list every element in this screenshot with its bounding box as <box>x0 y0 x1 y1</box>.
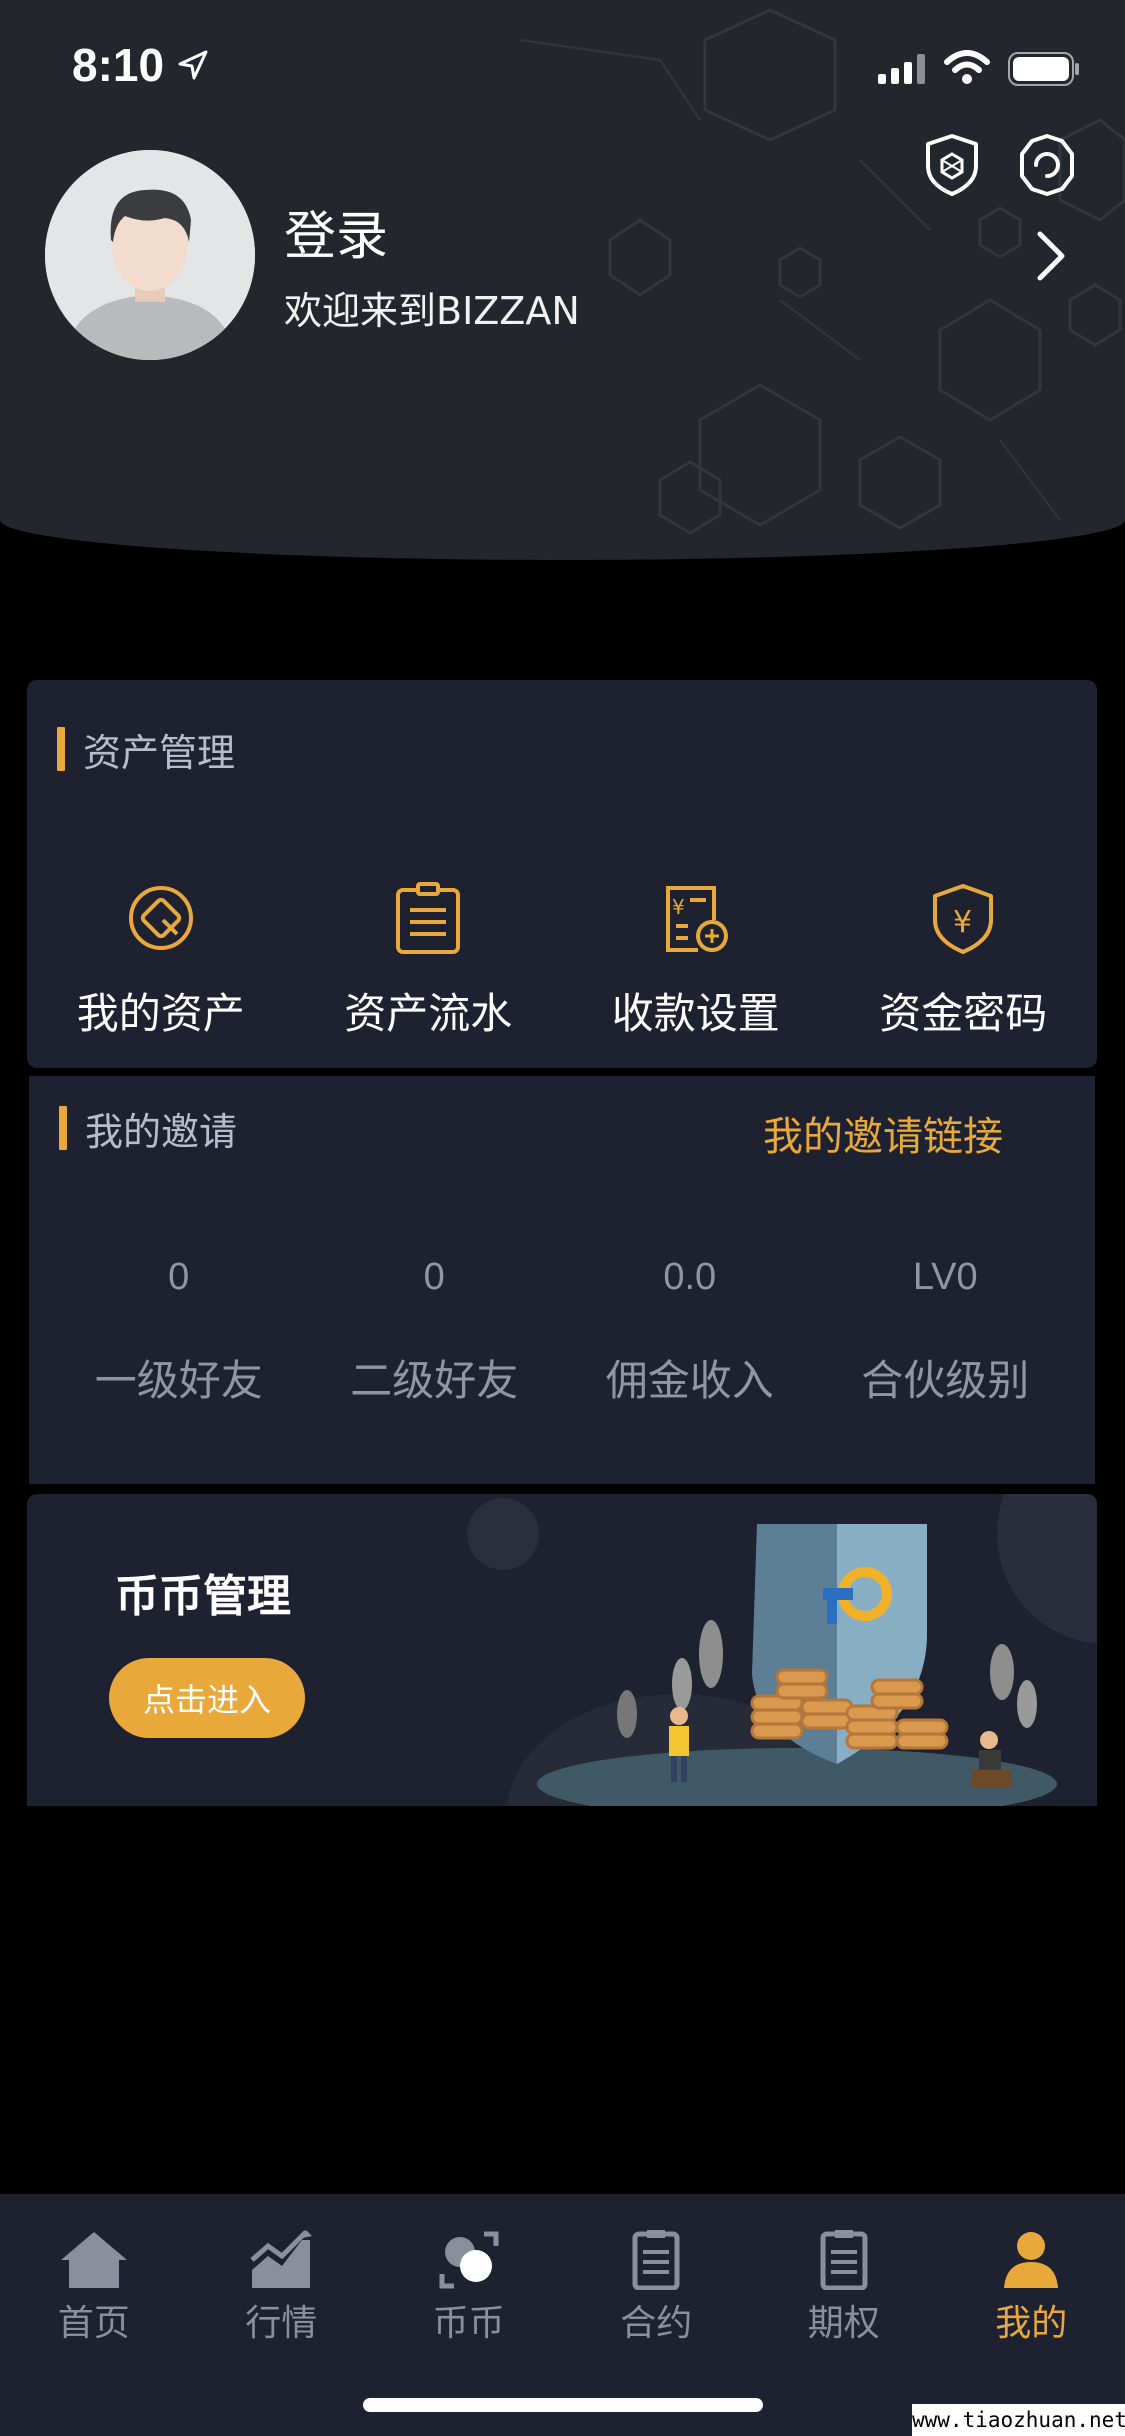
section-title: 我的邀请 <box>85 1109 238 1154</box>
tab-contract[interactable]: 合约 <box>563 2230 751 2346</box>
fund-password-button[interactable]: ¥ 资金密码 <box>830 880 1098 1041</box>
tab-coin-trading[interactable]: 币币 <box>375 2230 563 2346</box>
home-icon <box>60 2232 127 2288</box>
asset-item-label: 资产流水 <box>344 989 513 1038</box>
section-accent-bar <box>59 1106 67 1150</box>
status-time: 8:10 <box>72 39 165 91</box>
stat-label: 二级好友 <box>350 1356 519 1405</box>
asset-actions-grid: 我的资产 资产流水 ¥ 收款设置 ¥ 资金密码 <box>27 880 1097 1041</box>
tab-options[interactable]: 期权 <box>750 2230 938 2346</box>
stat-commission-income: 0.0 佣金收入 <box>562 1256 818 1408</box>
default-user-avatar-icon <box>45 150 255 360</box>
invite-header: 我的邀请 <box>59 1106 237 1154</box>
welcome-text: 欢迎来到BIZZAN <box>284 289 580 333</box>
invite-link-button[interactable]: 我的邀请链接 <box>763 1104 1003 1162</box>
stat-label: 佣金收入 <box>605 1356 774 1405</box>
stat-label: 一级好友 <box>94 1356 263 1405</box>
avatar[interactable] <box>45 150 255 360</box>
asset-item-label: 我的资产 <box>76 989 245 1038</box>
home-indicator <box>363 2398 763 2412</box>
asset-flow-button[interactable]: 资产流水 <box>295 880 563 1041</box>
svg-text:¥: ¥ <box>953 905 972 940</box>
security-button[interactable] <box>922 132 982 198</box>
profile-header: 8:10 登录 欢迎来到BIZZAN <box>0 0 1125 560</box>
yuan-shield-icon: ¥ <box>933 884 994 954</box>
coin-management-banner[interactable]: 币币管理 点击进入 <box>27 1494 1097 1806</box>
login-title[interactable]: 登录 <box>284 194 388 269</box>
settings-button[interactable] <box>1014 132 1080 198</box>
coin-management-title: 币币管理 <box>115 1571 291 1622</box>
asset-management-card: 资产管理 我的资产 资产流水 ¥ 收款设置 ¥ 资金密码 <box>27 680 1097 1068</box>
profile-icon <box>1004 2232 1059 2288</box>
invite-card: 我的邀请 我的邀请链接 0 一级好友 0 二级好友 0.0 佣金收入 LV0 合… <box>29 1076 1095 1484</box>
status-bar: 8:10 <box>0 0 1125 130</box>
tab-label: 我的 <box>995 2303 1068 2344</box>
contract-doc-icon <box>632 2230 680 2290</box>
svg-text:¥: ¥ <box>672 895 685 919</box>
asset-circle-icon <box>128 886 193 950</box>
battery-icon <box>1008 52 1079 86</box>
section-accent-bar <box>57 727 65 771</box>
tab-mine[interactable]: 我的 <box>938 2230 1125 2346</box>
wifi-icon <box>944 50 990 84</box>
tab-label: 期权 <box>807 2303 880 2344</box>
tab-label: 行情 <box>245 2303 318 2344</box>
shield-icon <box>926 134 978 196</box>
stat-value: 0.0 <box>663 1256 717 1298</box>
section-title: 资产管理 <box>83 730 236 775</box>
tab-market[interactable]: 行情 <box>188 2230 376 2346</box>
enter-button[interactable]: 点击进入 <box>109 1658 305 1738</box>
tab-label: 币币 <box>432 2303 505 2344</box>
market-chart-icon <box>250 2230 313 2288</box>
gear-icon <box>1020 134 1074 196</box>
stat-partner-level: LV0 合伙级别 <box>818 1256 1074 1408</box>
stat-label: 合伙级别 <box>861 1356 1030 1405</box>
tab-label: 合约 <box>620 2303 693 2344</box>
stat-value: LV0 <box>912 1256 978 1298</box>
profile-detail-button[interactable] <box>1030 228 1070 284</box>
location-arrow-icon <box>178 50 208 80</box>
asset-item-label: 资金密码 <box>879 989 1048 1038</box>
tab-label: 首页 <box>57 2303 130 2344</box>
stat-level2-friends: 0 二级好友 <box>307 1256 563 1408</box>
vault-illustration <box>467 1494 1097 1806</box>
asset-item-label: 收款设置 <box>611 989 780 1038</box>
signal-icon <box>878 54 925 84</box>
coin-exchange-icon <box>439 2231 499 2289</box>
options-doc-icon <box>820 2230 868 2290</box>
tab-home[interactable]: 首页 <box>0 2230 188 2346</box>
stat-value: 0 <box>168 1256 190 1298</box>
tab-list: 首页 行情 币币 合约 期权 我的 <box>0 2230 1125 2346</box>
stat-value: 0 <box>423 1256 445 1298</box>
my-assets-button[interactable]: 我的资产 <box>27 880 295 1041</box>
invite-stats-grid: 0 一级好友 0 二级好友 0.0 佣金收入 LV0 合伙级别 <box>29 1256 1095 1408</box>
payment-settings-button[interactable]: ¥ 收款设置 <box>562 880 830 1041</box>
stat-level1-friends: 0 一级好友 <box>51 1256 307 1408</box>
watermark-text: www.tiaozhuan.net <box>912 2404 1125 2436</box>
payment-settings-icon: ¥ <box>665 886 728 952</box>
asset-management-header: 资产管理 <box>57 727 235 775</box>
clipboard-icon <box>396 882 461 954</box>
chevron-right-icon <box>1037 231 1065 281</box>
